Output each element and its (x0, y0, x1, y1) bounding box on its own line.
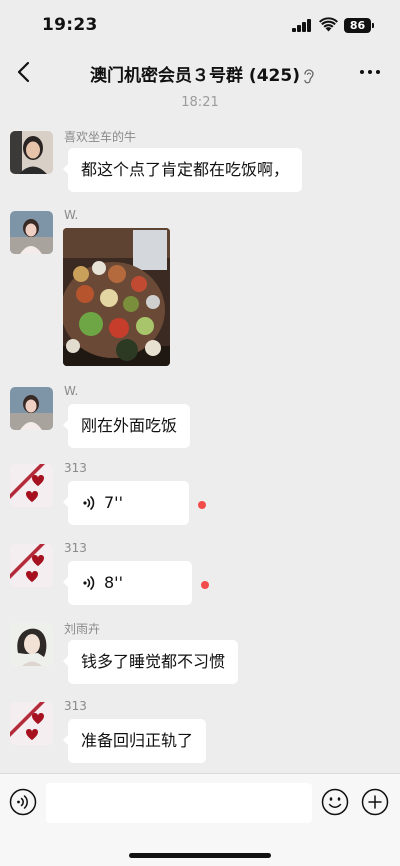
message-bubble[interactable]: 钱多了睡觉都不习惯 (62, 640, 239, 684)
sender-name: 刘雨卉 (64, 622, 101, 636)
message-bubble[interactable]: 准备回归正轨了 (62, 719, 207, 763)
unread-dot (201, 581, 209, 589)
wifi-icon (319, 17, 338, 32)
unread-dot (198, 501, 206, 509)
message-bubble[interactable]: 刚在外面吃饭 (62, 404, 191, 448)
battery-cap (372, 23, 374, 28)
avatar-313[interactable] (10, 464, 53, 507)
nav-bar: 澳门机密会员３号群 (425) (0, 50, 400, 94)
avatar-niu[interactable] (10, 131, 53, 174)
sender-name: W. (64, 384, 79, 398)
ear-icon (304, 69, 314, 84)
sender-name: 313 (64, 461, 87, 475)
more-icon[interactable] (358, 64, 382, 80)
voice-message[interactable]: 8'' (63, 561, 192, 605)
chat-title-text: 澳门机密会员３号群 (425) (90, 66, 300, 86)
voice-duration: 8'' (104, 573, 123, 592)
sender-name: 喜欢坐车的牛 (64, 130, 137, 144)
avatar-313[interactable] (10, 702, 53, 745)
status-time: 19:23 (42, 15, 98, 35)
avatar-w[interactable] (10, 387, 53, 430)
sender-name: W. (64, 208, 79, 222)
voice-duration: 7'' (104, 493, 123, 512)
avatar-w[interactable] (10, 211, 53, 254)
voice-wave-icon (83, 576, 95, 590)
voice-message[interactable]: 7'' (63, 481, 189, 525)
message-input[interactable] (46, 783, 312, 823)
message-timestamp: 18:21 (181, 95, 219, 110)
battery-icon: 86 (344, 18, 371, 33)
sender-name: 313 (64, 699, 87, 713)
status-bar: 19:23 86 (0, 0, 400, 50)
voice-mode-icon[interactable] (9, 788, 37, 816)
emoji-icon[interactable] (321, 788, 349, 816)
signal-icon (292, 19, 314, 32)
sender-name: 313 (64, 541, 87, 555)
food-photo[interactable] (63, 228, 170, 366)
message-bubble[interactable]: 都这个点了肯定都在吃饭啊， (62, 148, 303, 192)
chat-title: 澳门机密会员３号群 (425) (0, 61, 400, 86)
avatar-313[interactable] (10, 544, 53, 587)
plus-icon[interactable] (361, 788, 389, 816)
input-bar (0, 773, 400, 866)
voice-wave-icon (83, 496, 95, 510)
home-indicator (129, 853, 271, 858)
avatar-liu[interactable] (10, 623, 53, 666)
